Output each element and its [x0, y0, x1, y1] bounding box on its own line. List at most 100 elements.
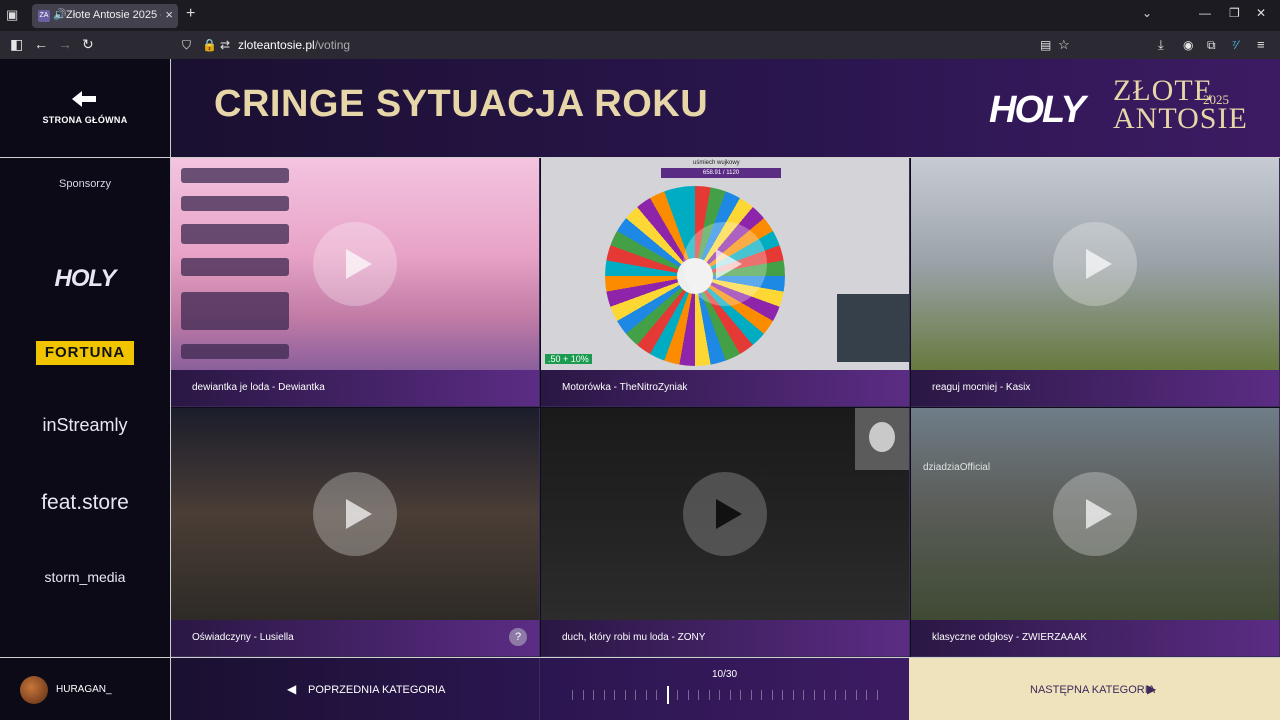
home-link[interactable]: STRONA GŁÓWNA	[0, 59, 170, 158]
lock-icon[interactable]: 🔒	[202, 38, 217, 52]
browser-tab[interactable]: ZA 🔊 Złote Antosie 2025 - Najwi ×	[32, 4, 178, 28]
progress-tick[interactable]	[687, 690, 689, 700]
progress-tick[interactable]	[572, 690, 573, 700]
streamer-cam	[837, 294, 909, 362]
tab-title: Złote Antosie 2025 - Najwi	[66, 9, 161, 21]
nominee-title: Oświadczyny - Lusiella	[192, 632, 294, 643]
home-label: STRONA GŁÓWNA	[42, 115, 128, 125]
progress-tick[interactable]	[624, 690, 626, 700]
arrow-left-icon: ◀	[287, 682, 297, 696]
progress-tick[interactable]	[750, 690, 752, 700]
progress-tick[interactable]	[666, 686, 669, 704]
play-button[interactable]	[683, 222, 767, 306]
chat-message	[181, 344, 289, 359]
menu-icon[interactable]: ≡	[1257, 37, 1265, 52]
nominee-card[interactable]: uśmiech wujkowy 658.91 / 1120 .50 + 10% …	[541, 158, 910, 407]
progress-tick[interactable]	[877, 690, 878, 700]
reader-view-icon[interactable]: ▤	[1040, 38, 1051, 52]
progress-tick[interactable]	[866, 690, 868, 700]
nominee-card[interactable]: Oświadczyny - Lusiella ?	[171, 408, 540, 657]
progress-tick[interactable]	[656, 690, 658, 700]
video-thumbnail[interactable]: uśmiech wujkowy 658.91 / 1120 .50 + 10%	[541, 158, 909, 370]
progress-tick[interactable]	[614, 690, 616, 700]
nominee-card[interactable]: dziadziaOfficial klasyczne odgłosy - ZWI…	[911, 408, 1280, 657]
progress-ticks[interactable]	[572, 686, 878, 704]
progress-tick[interactable]	[740, 690, 742, 700]
video-thumbnail[interactable]	[541, 408, 909, 620]
progress-tick[interactable]	[582, 690, 584, 700]
sponsor-featstore-logo[interactable]: feat.store	[0, 491, 170, 515]
username: HURAGAN_	[56, 684, 112, 695]
wheel-progress: 658.91 / 1120	[661, 168, 781, 178]
nominee-card[interactable]: duch, który robi mu loda - ZONY	[541, 408, 910, 657]
category-progress: 10/30	[540, 658, 909, 720]
sponsor-stormmedia-logo[interactable]: storm_media	[0, 569, 170, 585]
nominee-card[interactable]: dewiantka je loda - Dewiantka	[171, 158, 540, 407]
video-thumbnail[interactable]	[911, 158, 1279, 370]
help-icon[interactable]: ?	[509, 628, 527, 646]
progress-tick[interactable]	[855, 690, 857, 700]
address-bar[interactable]: zloteantosie.pl/voting	[238, 38, 350, 52]
url-path: /voting	[314, 38, 351, 52]
left-sidebar: STRONA GŁÓWNA Sponsorzy HOLY FORTUNA inS…	[0, 59, 171, 720]
progress-tick[interactable]	[834, 690, 836, 700]
progress-tick[interactable]	[603, 690, 605, 700]
extensions-icon[interactable]: ⧉	[1207, 38, 1216, 53]
sponsor-holy-logo[interactable]: HOLY	[0, 265, 170, 293]
play-button[interactable]	[1053, 472, 1137, 556]
play-button[interactable]	[313, 222, 397, 306]
speaker-icon[interactable]: 🔊	[53, 8, 67, 21]
progress-tick[interactable]	[792, 690, 794, 700]
progress-tick[interactable]	[761, 690, 763, 700]
play-button[interactable]	[683, 472, 767, 556]
sponsor-instreamly-logo[interactable]: inStreamly	[0, 415, 170, 436]
progress-tick[interactable]	[645, 690, 647, 700]
play-button[interactable]	[1053, 222, 1137, 306]
progress-tick[interactable]	[677, 690, 679, 700]
reload-icon[interactable]: ↻	[82, 36, 94, 53]
video-thumbnail[interactable]	[171, 408, 539, 620]
shield-icon[interactable]: ⛉	[182, 38, 191, 53]
user-profile[interactable]: HURAGAN_	[0, 657, 170, 720]
new-tab-button[interactable]: +	[186, 5, 195, 23]
minimize-icon[interactable]: —	[1199, 6, 1211, 20]
nominee-title: duch, który robi mu loda - ZONY	[562, 632, 706, 643]
arrow-right-icon: ▶	[1147, 682, 1157, 696]
play-button[interactable]	[313, 472, 397, 556]
close-window-icon[interactable]: ✕	[1256, 6, 1266, 20]
restore-icon[interactable]: ❐	[1229, 6, 1240, 20]
progress-tick[interactable]	[698, 690, 700, 700]
chat-message	[181, 224, 289, 244]
progress-tick[interactable]	[708, 690, 710, 700]
progress-tick[interactable]	[782, 690, 784, 700]
progress-tick[interactable]	[719, 690, 721, 700]
chat-message	[181, 258, 289, 276]
downloads-icon[interactable]: ⤓	[1158, 37, 1164, 53]
extension-7tv-icon[interactable]: ⁷⁄	[1232, 38, 1238, 52]
progress-tick[interactable]	[593, 690, 595, 700]
progress-tick[interactable]	[635, 690, 637, 700]
nominee-caption: Motorówka - TheNitroZyniak	[541, 370, 909, 406]
next-category-button[interactable]: NASTĘPNA KATEGORIA ▶	[909, 658, 1280, 720]
sponsor-fortuna-logo[interactable]: FORTUNA	[36, 341, 134, 365]
sidebar-icon[interactable]: ◧	[10, 36, 23, 53]
progress-tick[interactable]	[729, 690, 731, 700]
progress-tick[interactable]	[803, 690, 805, 700]
permissions-icon[interactable]: ⇄	[220, 38, 230, 52]
brand-line-2: ANTOSIE	[1113, 102, 1248, 135]
sidebar-toggle-icon[interactable]: ▣	[6, 7, 22, 23]
previous-category-button[interactable]: ◀ POPRZEDNIA KATEGORIA	[171, 658, 540, 720]
forward-icon[interactable]: →	[58, 36, 72, 52]
progress-tick[interactable]	[824, 690, 826, 700]
progress-tick[interactable]	[813, 690, 815, 700]
video-thumbnail[interactable]: dziadziaOfficial	[911, 408, 1279, 620]
account-icon[interactable]: ◉	[1183, 38, 1193, 52]
progress-tick[interactable]	[771, 690, 773, 700]
bookmark-star-icon[interactable]: ☆	[1058, 37, 1070, 53]
back-icon[interactable]: ←	[34, 36, 48, 52]
close-tab-icon[interactable]: ×	[165, 7, 173, 22]
progress-tick[interactable]	[845, 690, 847, 700]
tab-list-icon[interactable]: ⌄	[1142, 6, 1152, 20]
nominee-card[interactable]: reaguj mocniej - Kasix	[911, 158, 1280, 407]
video-thumbnail[interactable]	[171, 158, 539, 370]
